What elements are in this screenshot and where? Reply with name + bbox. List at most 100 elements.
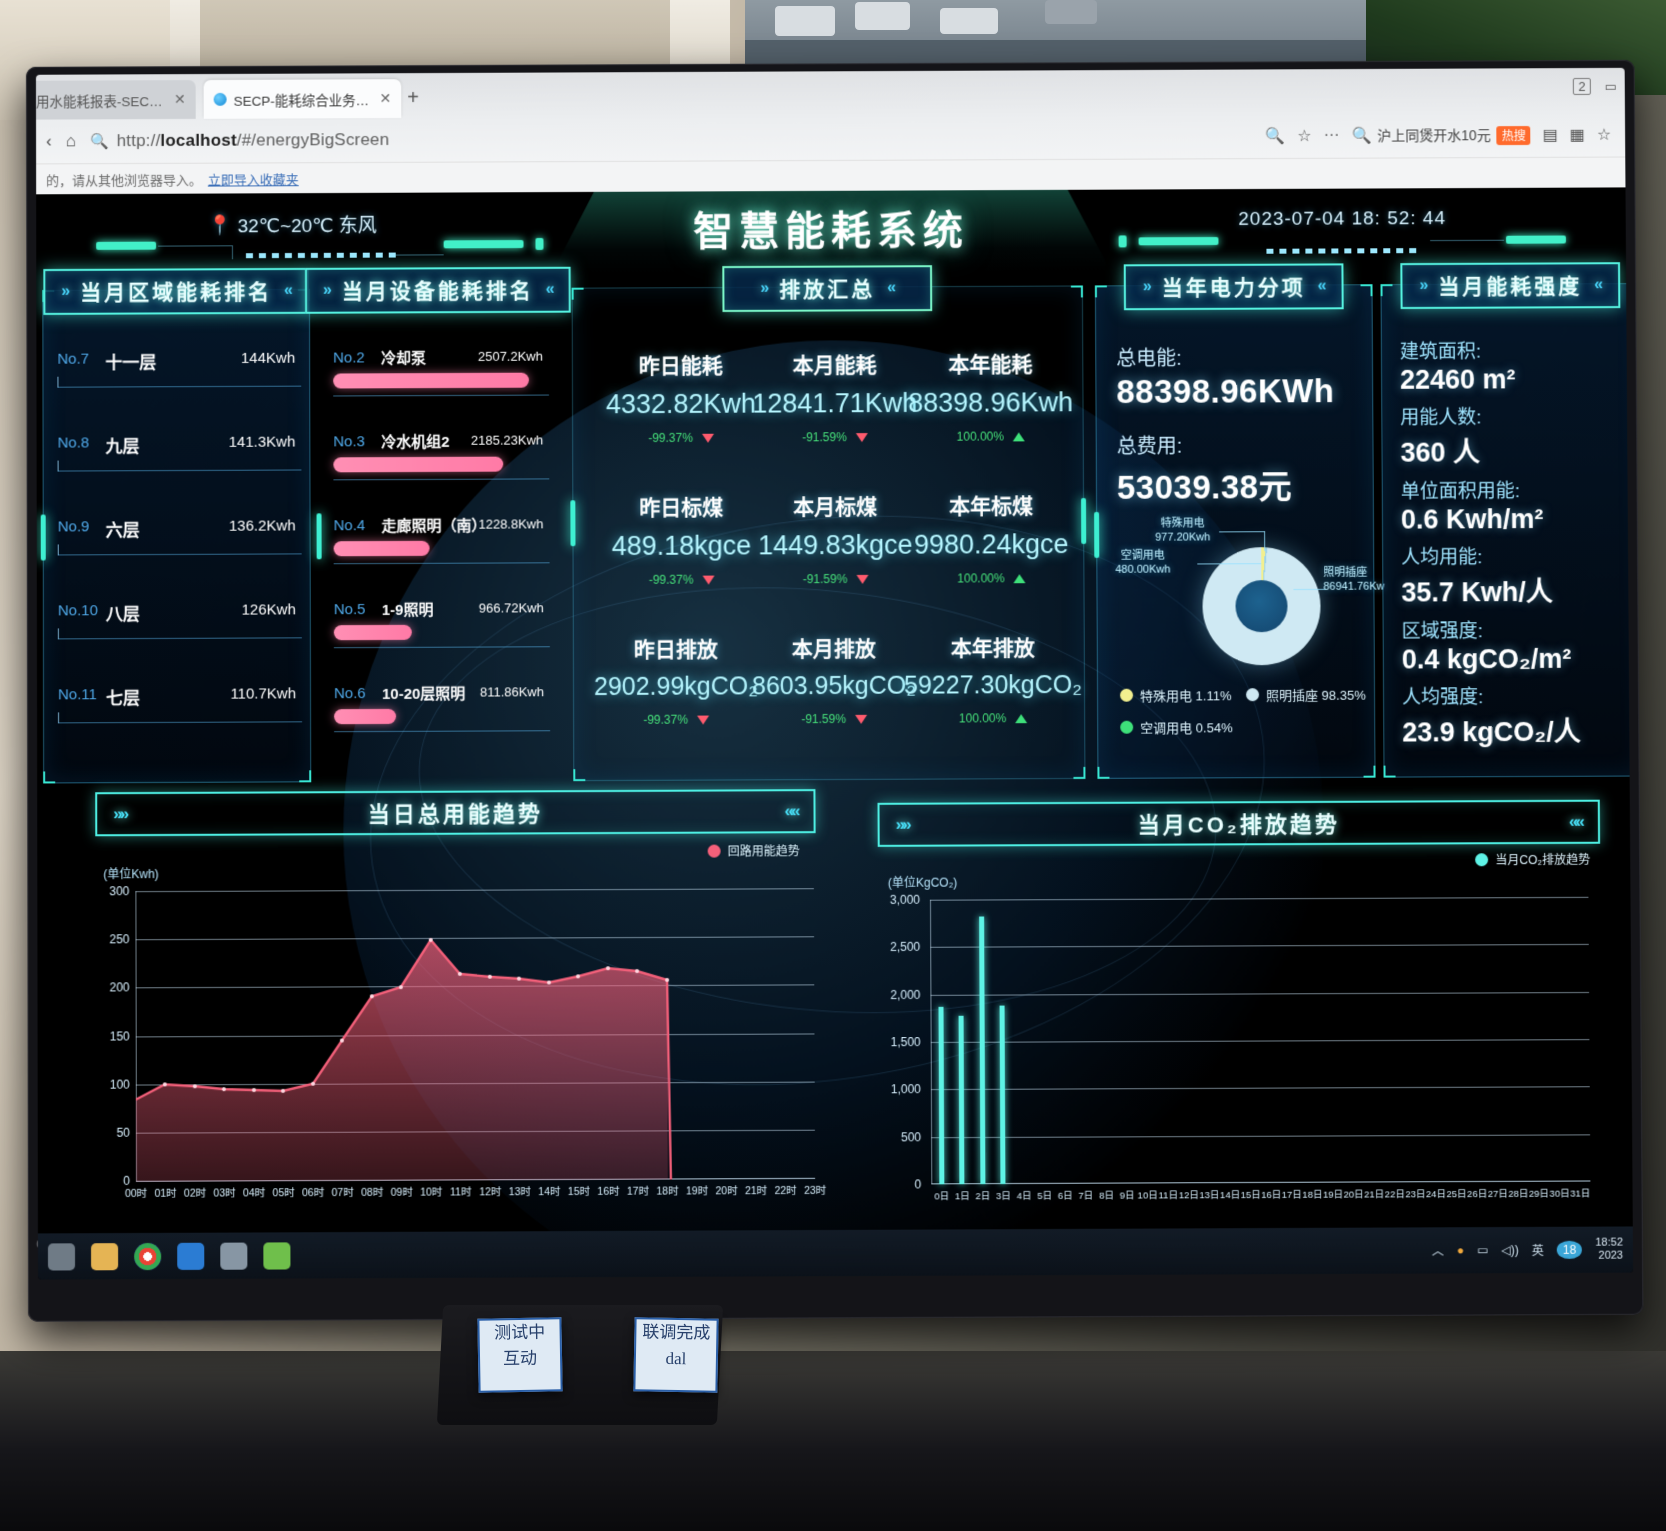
volume-icon[interactable]: ◁)) <box>1502 1243 1519 1257</box>
x-axis-co2: 0日 1日 2日 3日 4日 5日 6日 7日 8日 9日 10日 11日 12日 13日 14日 15日 16… <box>931 1186 1590 1209</box>
home-icon[interactable]: ⌂ <box>66 131 76 151</box>
x-tick: 22时 <box>774 1184 797 1198</box>
list-item[interactable]: No.10 八层 126Kwh <box>44 599 310 684</box>
chevron-right-icon: » <box>323 281 330 299</box>
note-line: 联调完成 <box>642 1322 711 1343</box>
back-icon[interactable]: ‹ <box>46 131 52 151</box>
bookmark-star-icon[interactable]: ☆ <box>1297 126 1311 146</box>
list-item[interactable]: No.6 10-20层照明 811.86Kwh <box>320 682 558 767</box>
zoom-icon[interactable]: 🔍 <box>1265 126 1285 146</box>
notification-badge[interactable]: 18 <box>1556 1240 1583 1259</box>
misc-icon[interactable] <box>263 1241 291 1270</box>
metric-label: 本年排放 <box>950 637 1035 661</box>
chevron-left-icon: « <box>545 280 553 298</box>
ime-language-indicator[interactable]: 英 <box>1532 1241 1544 1258</box>
x-tick: 10时 <box>420 1186 443 1199</box>
rank-name: 1-9照明 <box>381 601 434 619</box>
arrow-up-icon <box>1012 431 1025 441</box>
metric-label: 本年能耗 <box>948 353 1033 377</box>
daily-area-series <box>135 888 815 1182</box>
rank-value: 966.72Kwh <box>478 600 544 616</box>
legend-label: 照明插座 98.35% <box>1265 687 1366 704</box>
url-text: http://localhost/#/energyBigScreen <box>116 130 390 151</box>
x-tick: 02时 <box>183 1187 207 1200</box>
intensity-list: 建筑面积: 22460 m² 用能人数: 360 人 单位面积用能: 0.6 K… <box>1400 336 1633 757</box>
list-item[interactable]: No.4 走廊照明（南） 1228.8Kwh <box>320 514 558 599</box>
tab-close-icon[interactable]: ✕ <box>380 90 392 107</box>
tab-favicon-icon <box>213 92 227 106</box>
chevron-right-icon: »» <box>113 804 127 824</box>
minimize-icon[interactable]: ▭ <box>1604 78 1616 94</box>
shield-icon[interactable]: ● <box>1457 1243 1464 1257</box>
photos-icon[interactable] <box>220 1242 248 1270</box>
list-item[interactable]: No.9 六层 136.2Kwh <box>44 515 310 600</box>
task-view-icon[interactable] <box>47 1242 76 1271</box>
office-photo: on 用水能耗报表-SECP-能耗综合 ✕ SECP-能耗综合业务平台 ✕ + <box>0 0 1666 1531</box>
favorites-icon[interactable]: ☆ <box>1597 125 1611 145</box>
donut-annotation-special: 特殊用电 977.20Kwh <box>1155 517 1211 544</box>
apps-grid-icon[interactable]: ▦ <box>1570 125 1585 145</box>
y-tick: 0 <box>914 1177 922 1192</box>
new-tab-button[interactable]: + <box>407 87 419 110</box>
chevron-left-icon: «« <box>784 801 798 821</box>
metric-value: 88398.96Kwh <box>908 387 1074 418</box>
list-item[interactable]: No.2 冷却泵 2507.2Kwh <box>319 347 557 432</box>
rank-no: No.8 <box>57 434 90 452</box>
list-item[interactable]: No.7 十一层 144Kwh <box>43 348 309 433</box>
metric-delta: 100.00% <box>891 571 1091 586</box>
x-tick: 17时 <box>626 1185 650 1198</box>
panel-co2-trend: »» 当月CO₂排放趋势 «« 当月CO₂排放趋势 (单位KgCO₂) 3,00… <box>877 799 1603 1219</box>
quick-search-box[interactable]: 🔍 沪上同煲开水10元 热搜 <box>1351 125 1531 146</box>
chart-legend-co2[interactable]: 当月CO₂排放趋势 <box>1475 851 1590 869</box>
address-bar[interactable]: 🔍 http://localhost/#/energyBigScreen <box>90 126 1252 151</box>
rank-value: 2185.23Kwh <box>470 432 544 448</box>
import-bookmarks-link[interactable]: 立即导入收藏夹 <box>208 169 299 188</box>
intensity-value: 0.4 kgCO₂/m² <box>1401 643 1572 675</box>
list-item[interactable]: No.3 冷水机组2 2185.23Kwh <box>319 430 557 515</box>
intensity-item: 人均用能: 35.7 Kwh/人 <box>1401 542 1631 610</box>
monitor: on 用水能耗报表-SECP-能耗综合 ✕ SECP-能耗综合业务平台 ✕ + <box>25 59 1644 1322</box>
file-explorer-icon[interactable] <box>91 1242 119 1270</box>
legend-item-hvac[interactable]: 空调用电 0.54% <box>1120 717 1233 736</box>
y-tick: 100 <box>109 1077 130 1092</box>
sidebar-icon[interactable]: ▤ <box>1543 125 1558 145</box>
panel-intensity: » 当月能耗强度 « 建筑面积: 22460 m² 用能人数: 360 人 单位… <box>1380 262 1633 778</box>
tab-close-icon[interactable]: ✕ <box>174 91 186 108</box>
chevron-left-icon: « <box>1317 277 1325 295</box>
x-tick: 04时 <box>242 1187 266 1200</box>
rank-no: No.7 <box>57 350 90 368</box>
tab-count-badge[interactable]: 2 <box>1573 77 1591 95</box>
tab-inactive[interactable]: 用水能耗报表-SECP-能耗综合 ✕ <box>35 80 196 120</box>
panel-title-daily-trend: »» 当日总用能趋势 «« <box>95 789 816 837</box>
legend-item-lighting[interactable]: 照明插座 98.35% <box>1245 685 1366 705</box>
panel-title-co2-trend: »» 当月CO₂排放趋势 «« <box>877 799 1601 847</box>
list-item[interactable]: No.5 1-9照明 966.72Kwh <box>320 598 558 683</box>
intensity-value: 23.9 kgCO₂/人 <box>1402 716 1581 748</box>
panel-title-device-ranking: » 当月设备能耗排名 « <box>304 266 571 314</box>
tab-active[interactable]: SECP-能耗综合业务平台 ✕ <box>203 79 402 119</box>
rank-no: No.5 <box>333 601 366 619</box>
rank-name: 走廊照明（南） <box>381 517 487 536</box>
chevron-left-icon: « <box>1594 276 1602 294</box>
show-hidden-icons-icon[interactable]: ︿ <box>1432 1242 1444 1259</box>
edge-icon[interactable] <box>177 1242 205 1270</box>
panel-device-ranking: » 当月设备能耗排名 « No.2 冷却泵 2507.2Kwh No.3 冷水机… <box>304 266 571 783</box>
note-line: 互动 <box>502 1348 538 1368</box>
panel-title-text: 当月设备能耗排名 <box>341 279 534 304</box>
chrome-icon[interactable] <box>134 1242 162 1270</box>
rank-value: 2507.2Kwh <box>477 348 543 364</box>
donut-annotation-lighting: 照明插座 86941.76Kw <box>1323 566 1385 593</box>
list-item[interactable]: No.11 七层 110.7Kwh <box>44 683 310 768</box>
chevron-right-icon: » <box>760 279 768 297</box>
legend-item-special[interactable]: 特殊用电 1.11% <box>1119 685 1232 704</box>
chart-legend-daily[interactable]: 回路用能趋势 <box>707 842 800 859</box>
panel-title-emission-summary: » 排放汇总 « <box>722 265 933 312</box>
network-icon[interactable]: ▭ <box>1477 1243 1488 1257</box>
more-icon[interactable]: ··· <box>1324 127 1340 145</box>
legend-label: 空调用电 0.54% <box>1140 720 1233 736</box>
legend-swatch <box>707 844 721 858</box>
x-axis-daily: 00时 01时 02时 03时 04时 05时 06时 07时 08时 09时 10时 11时 12时 1… <box>125 1183 826 1206</box>
chevron-right-icon: » <box>61 282 69 300</box>
list-item[interactable]: No.8 九层 141.3Kwh <box>44 432 310 517</box>
taskbar-clock[interactable]: 18:52 2023 <box>1595 1236 1623 1263</box>
